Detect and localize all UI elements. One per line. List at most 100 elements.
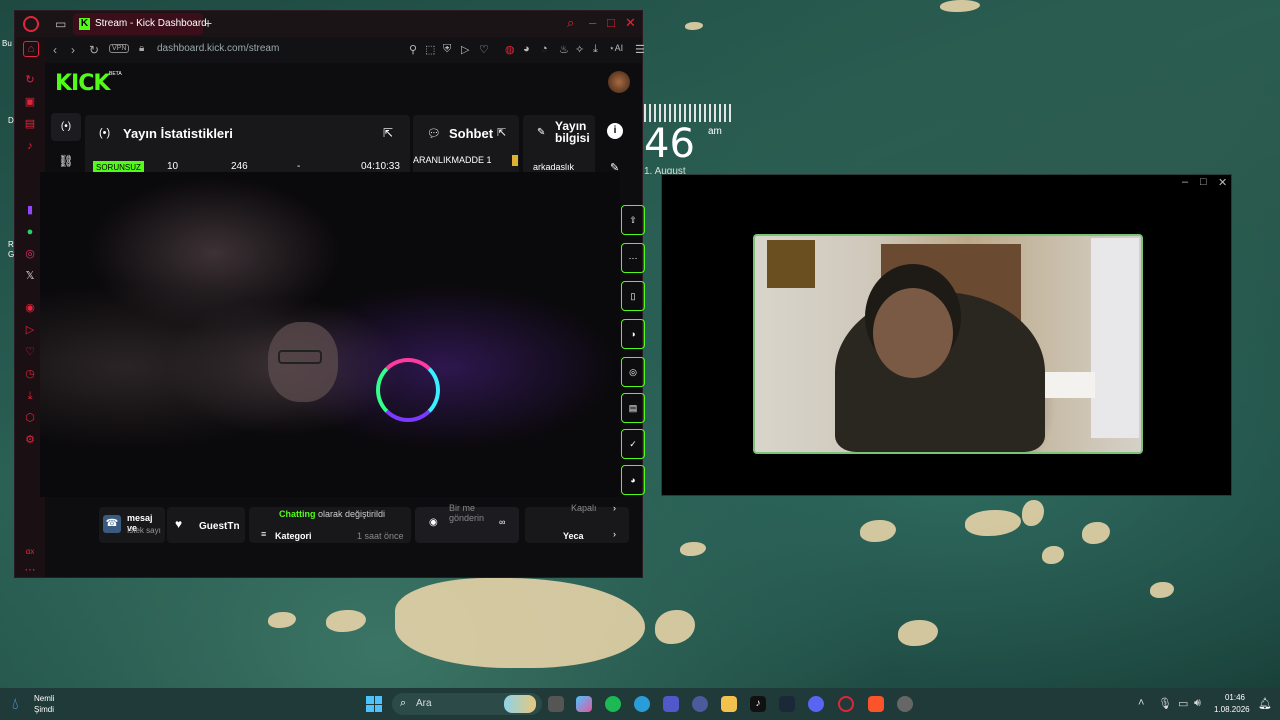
weather-condition[interactable]: Nemli xyxy=(34,694,54,703)
tab-kick-dashboard[interactable]: K Stream - Kick Dashboard xyxy=(73,13,207,35)
file-explorer-icon[interactable] xyxy=(721,696,737,712)
action-button[interactable]: ▤ xyxy=(621,393,645,423)
download-icon[interactable]: ⤓ xyxy=(23,389,37,403)
network-icon[interactable]: ▭ xyxy=(1178,697,1188,710)
steam-icon[interactable] xyxy=(779,696,795,712)
flame-icon[interactable]: ♨ xyxy=(559,43,569,56)
pin-icon[interactable]: ⚲ xyxy=(409,43,417,56)
vpn-badge[interactable]: VPN xyxy=(109,44,130,53)
system-clock[interactable]: 01:46 xyxy=(1218,693,1252,702)
action-button[interactable]: ⋯ xyxy=(621,243,645,273)
heart-icon[interactable]: ♡ xyxy=(23,345,37,359)
brave-icon[interactable] xyxy=(868,696,884,712)
microphone-icon[interactable]: 🎙︎ xyxy=(1158,697,1172,710)
app-icon[interactable] xyxy=(692,696,708,712)
system-date[interactable]: 1.08.2026 xyxy=(1214,705,1250,714)
edge-icon[interactable] xyxy=(634,696,650,712)
more-icon[interactable]: ⋯ xyxy=(23,563,37,577)
instagram-icon[interactable]: ◎ xyxy=(23,247,37,261)
puzzle-icon[interactable]: ✧ xyxy=(575,43,584,56)
guest-panel[interactable]: ♥ GuestTn xyxy=(167,507,245,543)
close-icon[interactable]: ✕ xyxy=(1218,176,1227,189)
chat-icon[interactable]: ▤ xyxy=(23,117,37,131)
kick-logo[interactable]: KICK xyxy=(55,71,110,96)
x-icon[interactable]: 𝕏 xyxy=(23,269,37,283)
clock-ampm: am xyxy=(708,126,722,137)
snapshot-icon[interactable]: ⬚ xyxy=(425,43,435,56)
task-view-icon[interactable] xyxy=(548,696,564,712)
action-button[interactable]: ◑ xyxy=(621,319,645,349)
start-button[interactable] xyxy=(366,696,382,712)
opera-logo-icon[interactable] xyxy=(23,16,39,32)
play-icon[interactable]: ▷ xyxy=(461,43,469,56)
easy-setup-icon[interactable]: ☰ xyxy=(635,43,645,56)
broadcast-icon[interactable]: (•) xyxy=(51,113,81,141)
copilot-icon[interactable] xyxy=(576,696,592,712)
refresh-icon[interactable]: ↻ xyxy=(23,73,37,87)
action-button[interactable]: ◕ xyxy=(621,465,645,495)
opera-ai-icon[interactable]: αx xyxy=(23,545,37,559)
minimize-icon[interactable]: – xyxy=(1182,176,1188,188)
action-button[interactable]: ◎ xyxy=(621,357,645,387)
link-icon[interactable]: ⛓ xyxy=(51,147,81,175)
new-tab-button[interactable]: + xyxy=(204,15,212,31)
ai-label: AI xyxy=(614,43,624,53)
opera-gx-icon[interactable] xyxy=(838,696,854,712)
shield-icon[interactable]: ⛨ xyxy=(443,43,451,56)
infinity-icon[interactable]: ∞ xyxy=(499,517,505,527)
aria-ai-button[interactable]: ⋆AI xyxy=(609,43,623,54)
weather-icon[interactable]: 💧︎ xyxy=(12,696,18,714)
history-icon[interactable]: ◷ xyxy=(23,367,37,381)
reload-icon[interactable]: ↻ xyxy=(89,43,99,57)
tiktok-icon[interactable]: ♪ xyxy=(750,696,766,712)
info-icon[interactable]: i xyxy=(607,123,623,139)
discord-icon[interactable] xyxy=(808,696,824,712)
settings-icon[interactable]: ⚙ xyxy=(23,433,37,447)
heart-icon[interactable]: ♡ xyxy=(479,43,489,56)
action-button[interactable]: ✓ xyxy=(621,429,645,459)
tab-list-icon[interactable]: ▭ xyxy=(55,17,66,31)
spotify-icon[interactable] xyxy=(605,696,621,712)
chevron-right-icon[interactable]: › xyxy=(613,529,616,539)
notification-bell-icon[interactable]: 🔔︎ xyxy=(1258,697,1272,710)
back-icon[interactable]: ‹ xyxy=(53,43,57,57)
volume-icon[interactable]: 🔊︎ xyxy=(1194,697,1201,710)
target-icon[interactable]: ◉ xyxy=(23,301,37,315)
music-icon[interactable]: ♪ xyxy=(23,139,37,153)
message-panel[interactable]: ☎ mesaj ve İstek sayı xyxy=(99,507,165,543)
extension-icon[interactable]: ◍ xyxy=(505,43,515,56)
minimize-icon[interactable]: – xyxy=(589,15,596,30)
chevron-up-icon[interactable]: ˄ xyxy=(1138,697,1144,709)
url-field[interactable]: dashboard.kick.com/stream xyxy=(157,43,279,54)
twitch-icon[interactable]: ▮ xyxy=(23,203,37,217)
popout-icon[interactable]: ⇱ xyxy=(383,126,393,140)
maximize-icon[interactable]: □ xyxy=(607,15,615,30)
weather-time[interactable]: Şimdi xyxy=(34,705,54,714)
whatsapp-icon[interactable]: ● xyxy=(23,225,37,239)
search-placeholder: Ara xyxy=(416,698,432,709)
popout-icon[interactable]: ⇱ xyxy=(497,126,506,139)
teams-icon[interactable] xyxy=(663,696,679,712)
message-input[interactable]: Bir me gönderin xyxy=(449,503,493,523)
search-icon[interactable]: ⌕ xyxy=(567,15,574,31)
maximize-icon[interactable]: □ xyxy=(1200,176,1207,188)
send-icon[interactable]: ▷ xyxy=(23,323,37,337)
box-icon[interactable]: ⬡ xyxy=(23,411,37,425)
stream-video-preview[interactable] xyxy=(40,172,620,497)
settings-icon[interactable] xyxy=(897,696,913,712)
send-message-panel[interactable]: ◉ Bir me gönderin ∞ xyxy=(415,503,519,543)
panel-title: Sohbet xyxy=(449,126,494,141)
action-button[interactable]: ⇧ xyxy=(621,205,645,235)
forward-icon[interactable]: › xyxy=(71,43,75,57)
close-icon[interactable]: ✕ xyxy=(625,15,636,31)
home-icon[interactable]: ⌂ xyxy=(23,41,39,57)
wallet-icon[interactable]: ◔ xyxy=(541,43,548,55)
taskbar-search[interactable]: ⌕ Ara xyxy=(392,693,542,715)
bag-icon[interactable]: ▣ xyxy=(23,95,37,109)
lock-icon[interactable]: 🔒︎ xyxy=(139,43,144,54)
chevron-right-icon[interactable]: › xyxy=(613,503,616,513)
download-icon[interactable]: ⤓ xyxy=(593,43,598,56)
discord-icon[interactable]: ◕ xyxy=(523,43,530,55)
action-button[interactable]: ▯ xyxy=(621,281,645,311)
avatar[interactable] xyxy=(608,71,630,93)
